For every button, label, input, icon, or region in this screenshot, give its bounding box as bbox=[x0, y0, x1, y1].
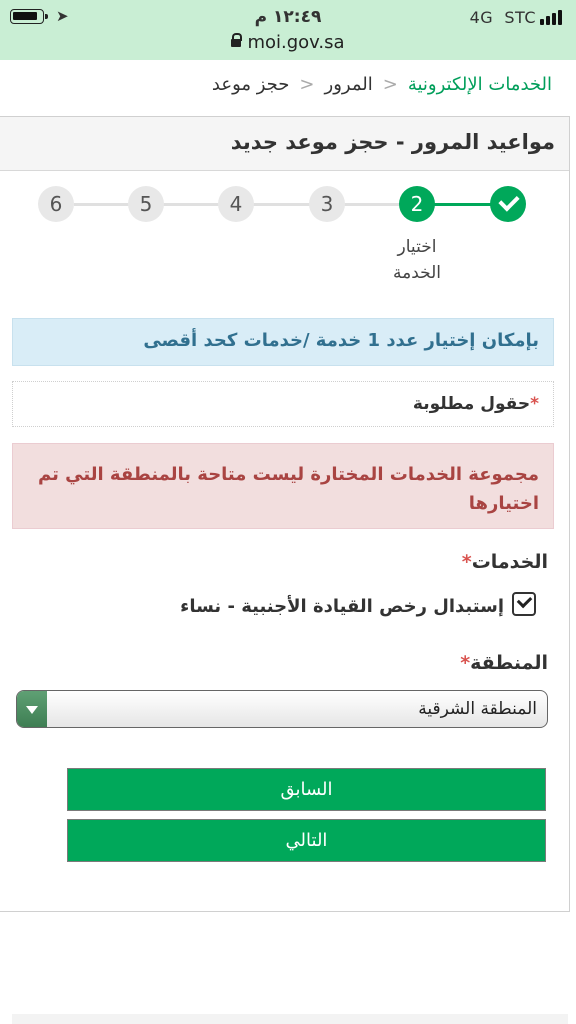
step-4: 4 bbox=[218, 186, 254, 222]
panel-header: مواعيد المرور - حجز موعد جديد bbox=[0, 117, 569, 171]
breadcrumb-book-appointment: حجز موعد bbox=[211, 74, 290, 95]
required-note-label: حقول مطلوبة bbox=[412, 394, 531, 414]
info-alert: بإمكان إختيار عدد 1 خدمة /خدمات كحد أقصى bbox=[12, 318, 554, 366]
region-select-value[interactable]: المنطقة الشرقية bbox=[418, 699, 537, 719]
service-checkbox[interactable] bbox=[512, 592, 536, 616]
step-label-line-1: اختيار bbox=[397, 237, 437, 257]
lock-icon bbox=[231, 33, 243, 47]
error-message: مجموعة الخدمات المختارة ليست متاحة بالمن… bbox=[38, 464, 539, 514]
page-title: مواعيد المرور - حجز موعد جديد bbox=[230, 130, 555, 154]
service-option-label[interactable]: إستبدال رخص القيادة الأجنبية - نساء bbox=[180, 596, 504, 617]
checkmark-icon bbox=[498, 190, 520, 212]
url-text: moi.gov.sa bbox=[247, 32, 345, 53]
error-alert: مجموعة الخدمات المختارة ليست متاحة بالمن… bbox=[12, 443, 554, 529]
region-select[interactable]: المنطقة الشرقية bbox=[16, 690, 548, 728]
status-bar: ➤ ١٢:٤٩ م 4G STC moi.gov.sa bbox=[0, 0, 576, 60]
breadcrumb-traffic[interactable]: المرور bbox=[325, 74, 373, 95]
required-fields-note: *حقول مطلوبة bbox=[12, 381, 554, 427]
bottom-toolbar bbox=[12, 1014, 568, 1024]
step-1-completed bbox=[490, 186, 526, 222]
breadcrumb-eservices[interactable]: الخدمات الإلكترونية bbox=[408, 74, 552, 95]
step-2-current: 2 bbox=[399, 186, 435, 222]
services-label: الخدمات* bbox=[462, 551, 548, 573]
region-label-text: المنطقة bbox=[470, 652, 548, 674]
next-button[interactable]: التالي bbox=[67, 819, 546, 862]
required-asterisk: * bbox=[461, 551, 472, 573]
services-label-text: الخدمات bbox=[471, 551, 548, 573]
required-asterisk: * bbox=[460, 652, 471, 674]
breadcrumb-separator-icon: < bbox=[299, 74, 315, 95]
carrier-name: STC bbox=[504, 8, 536, 27]
required-asterisk: * bbox=[530, 394, 539, 414]
required-note-text: *حقول مطلوبة bbox=[413, 394, 539, 414]
region-label: المنطقة* bbox=[460, 652, 548, 674]
previous-button[interactable]: السابق bbox=[67, 768, 546, 811]
info-message: بإمكان إختيار عدد 1 خدمة /خدمات كحد أقصى bbox=[143, 330, 539, 351]
step-6: 6 bbox=[38, 186, 74, 222]
breadcrumb-separator-icon: < bbox=[382, 74, 398, 95]
step-label-line-2: الخدمة bbox=[392, 263, 442, 283]
step-5: 5 bbox=[128, 186, 164, 222]
dropdown-arrow-icon[interactable] bbox=[17, 691, 47, 727]
carrier-info: 4G STC bbox=[470, 8, 536, 27]
step-3: 3 bbox=[309, 186, 345, 222]
address-bar[interactable]: moi.gov.sa bbox=[0, 32, 576, 53]
signal-bars-icon bbox=[540, 10, 566, 25]
service-option[interactable]: إستبدال رخص القيادة الأجنبية - نساء bbox=[180, 592, 536, 617]
network-type: 4G bbox=[469, 8, 494, 27]
current-step-label: اختيار الخدمة bbox=[387, 234, 447, 286]
breadcrumb: الخدمات الإلكترونية < المرور < حجز موعد bbox=[212, 74, 552, 95]
